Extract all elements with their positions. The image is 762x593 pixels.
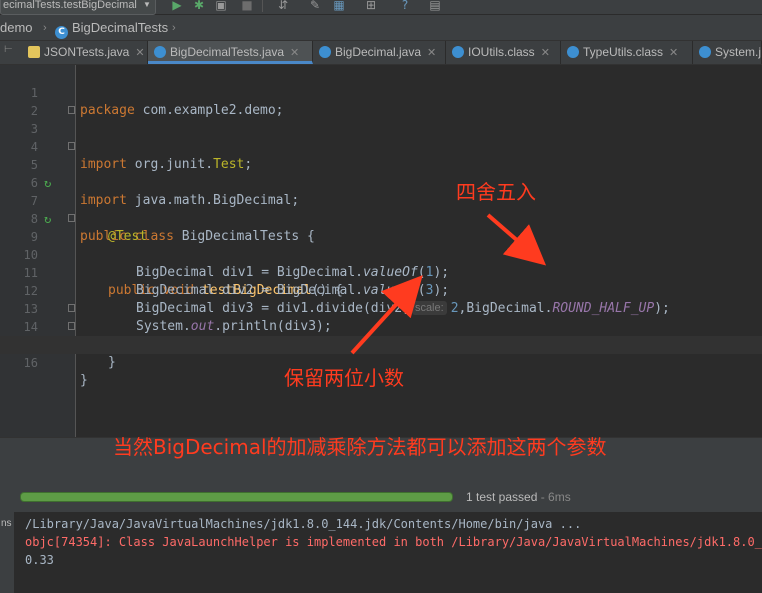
close-icon[interactable]: ✕ <box>427 47 436 59</box>
structure-icon[interactable]: ▦ <box>332 0 346 12</box>
class-icon <box>567 46 579 58</box>
coverage-icon[interactable]: ▣ <box>214 0 228 12</box>
class-icon <box>699 46 711 58</box>
tab-ioutils[interactable]: IOUtils.class ✕ <box>446 41 561 64</box>
json-file-icon <box>28 46 40 58</box>
tab-bigdecimal[interactable]: BigDecimal.java ✕ <box>313 41 446 64</box>
tab-typeutils[interactable]: TypeUtils.class ✕ <box>561 41 693 64</box>
run-configuration-label: ecimalTests.testBigDecimal <box>3 0 137 11</box>
test-runner-panel: 1 test passed - 6ms <box>0 462 762 512</box>
tab-jsontests[interactable]: JSONTests.java ✕ <box>22 41 148 64</box>
annotation-rounding: 四舍五入 <box>456 180 536 204</box>
sync-icon[interactable]: ⇵ <box>276 0 290 12</box>
main-toolbar: ecimalTests.testBigDecimal ▼ ▶ ✱ ▣ ■ ⇵ ✎… <box>0 0 762 15</box>
console-line: /Library/Java/JavaVirtualMachines/jdk1.8… <box>25 517 582 531</box>
arrow-to-scale <box>350 275 423 355</box>
console-side-strip: ns <box>0 512 14 593</box>
tab-bigdecimaltests[interactable]: BigDecimalTests.java ✕ <box>148 41 313 64</box>
class-icon: C <box>55 26 68 39</box>
close-icon[interactable]: ✕ <box>541 47 550 59</box>
close-icon[interactable]: ✕ <box>290 47 299 59</box>
split-icon: ⊢ <box>4 44 13 55</box>
code-editor[interactable]: 1 package com.example2.demo; 2 3 import … <box>0 65 762 437</box>
close-icon[interactable]: ✕ <box>669 47 678 59</box>
run-configuration-select[interactable]: ecimalTests.testBigDecimal ▼ <box>0 0 156 15</box>
toolbar-separator <box>262 0 263 12</box>
breadcrumb-file[interactable]: C BigDecimalTests <box>55 19 168 39</box>
console-output[interactable]: ns /Library/Java/JavaVirtualMachines/jdk… <box>0 512 762 593</box>
class-icon <box>154 46 166 58</box>
chevron-right-icon: › <box>172 22 176 34</box>
editor-tabs: ⊢ JSONTests.java ✕ BigDecimalTests.java ✕ … <box>0 41 762 65</box>
terminal-icon[interactable]: ▤ <box>428 0 442 12</box>
class-icon <box>452 46 464 58</box>
breadcrumb-project[interactable]: demo <box>0 19 33 37</box>
test-progress-bar <box>20 492 453 502</box>
wrench-icon[interactable]: ✎ <box>308 0 322 12</box>
navigation-bar: demo › C BigDecimalTests › <box>0 15 762 41</box>
debug-icon[interactable]: ✱ <box>192 0 206 12</box>
test-status: 1 test passed - 6ms <box>466 490 571 504</box>
chevron-down-icon: ▼ <box>142 0 151 9</box>
class-icon <box>319 46 331 58</box>
run-icon[interactable]: ▶ <box>170 0 184 12</box>
annotation-two-decimals: 保留两位小数 <box>284 366 404 390</box>
annotation-note: 当然BigDecimal的加减乘除方法都可以添加这两个参数 <box>113 435 607 459</box>
console-line-error: objc[74354]: Class JavaLaunchHelper is i… <box>25 535 762 549</box>
close-icon[interactable]: ✕ <box>135 47 144 59</box>
arrow-to-rounding-mode <box>486 213 547 266</box>
console-line: 0.33 <box>25 553 54 567</box>
tab-system[interactable]: System.j <box>693 41 762 64</box>
help-icon[interactable]: ? <box>398 0 412 12</box>
stop-icon[interactable]: ■ <box>240 0 254 12</box>
sdk-icon[interactable]: ⊞ <box>364 0 378 12</box>
chevron-right-icon: › <box>43 22 47 34</box>
